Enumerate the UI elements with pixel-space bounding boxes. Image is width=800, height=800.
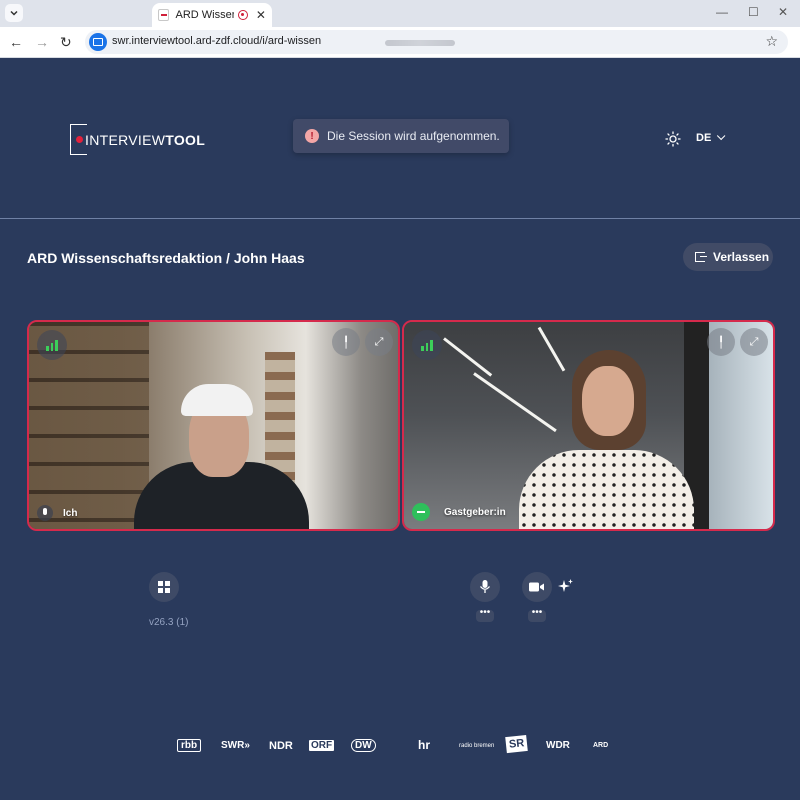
tab-search-button[interactable] <box>5 4 23 22</box>
broadcaster-logo: ARD <box>593 742 609 749</box>
room-title: ARD Wissenschaftsredaktion / John Haas <box>27 250 305 266</box>
broadcaster-logos: rbb SWR» NDR ORF DW hr radio bremen SR W… <box>175 734 625 758</box>
tab-title: ARD Wissenscha <box>175 9 234 21</box>
microphone-icon <box>479 580 491 593</box>
microphone-options-button[interactable]: ••• <box>476 608 494 622</box>
video-camera-icon <box>529 582 544 592</box>
leave-label: Verlassen <box>713 250 770 264</box>
browser-tab[interactable]: ARD Wissenscha ✕ <box>152 3 272 27</box>
fullscreen-icon[interactable]: ⤢ <box>365 328 393 356</box>
back-button[interactable]: ← <box>9 34 23 50</box>
camera-options-button[interactable]: ••• <box>528 608 546 622</box>
bookmark-star-icon[interactable]: ☆ <box>765 33 778 50</box>
layout-grid-button[interactable] <box>149 572 179 602</box>
effects-sparkle-icon[interactable] <box>558 578 574 594</box>
toast-message: Die Session wird aufgenommen. <box>327 129 500 143</box>
language-select[interactable]: DE <box>696 131 726 144</box>
reload-button[interactable]: ↻ <box>60 34 72 51</box>
broadcaster-logo: ORF <box>309 740 335 751</box>
fullscreen-icon[interactable]: ⤢ <box>740 328 768 356</box>
broadcaster-logo: hr <box>418 738 430 752</box>
sun-icon[interactable] <box>665 131 681 147</box>
window-close-button[interactable]: ✕ <box>778 5 788 19</box>
version-label: v26.3 (1) <box>149 617 189 628</box>
pin-icon[interactable]: ╿ <box>332 328 360 356</box>
grid-icon <box>158 581 170 593</box>
broadcaster-logo: radio bremen <box>459 743 495 749</box>
site-favicon-icon <box>158 9 170 21</box>
broadcaster-logo: rbb <box>177 739 202 752</box>
broadcaster-logo: WDR <box>546 740 570 751</box>
person-cap <box>181 384 253 416</box>
header-divider <box>0 218 800 219</box>
signal-strength-icon <box>412 330 442 360</box>
interviewtool-logo: INTERVIEWTOOL <box>70 124 205 155</box>
chevron-down-icon <box>717 131 726 141</box>
broadcaster-logo: DW <box>351 739 376 752</box>
broadcaster-logo: SR <box>505 734 529 754</box>
site-info-icon[interactable] <box>89 33 107 51</box>
browser-toolbar: ← → ↻ swr.interviewtool.ard-zdf.cloud/i/… <box>0 27 800 58</box>
logo-text: INTERVIEWTOOL <box>85 132 206 148</box>
video-tile-host[interactable]: ╿ ⤢ Gastgeber:in <box>402 320 775 531</box>
mic-icon <box>37 505 53 521</box>
host-badge-icon <box>412 503 430 521</box>
broadcaster-logo: NDR <box>269 740 293 752</box>
ceiling-light <box>473 372 557 433</box>
broadcaster-logo: SWR» <box>221 740 250 751</box>
browser-tabbar: ARD Wissenscha ✕ — ☐ ✕ <box>0 0 800 27</box>
signal-strength-icon <box>37 330 67 360</box>
recording-toast: ! Die Session wird aufgenommen. <box>293 119 509 153</box>
language-label: DE <box>696 132 712 144</box>
maximize-button[interactable]: ☐ <box>748 5 759 19</box>
participant-name: Ich <box>63 507 78 519</box>
ceiling-light <box>537 326 566 372</box>
chevron-down-icon <box>10 10 18 16</box>
leave-button[interactable]: Verlassen <box>683 243 773 271</box>
url-text: swr.interviewtool.ard-zdf.cloud/i/ard-wi… <box>112 35 322 47</box>
tab-close-button[interactable]: ✕ <box>256 8 266 22</box>
video-tile-self[interactable]: ╿ ⤢ Ich <box>27 320 400 531</box>
url-redacted <box>385 40 455 46</box>
logo-dot <box>76 136 83 143</box>
participant-name: Gastgeber:in <box>444 506 506 518</box>
participant-name-tag: Gastgeber:in <box>412 503 506 521</box>
camera-button[interactable] <box>522 572 552 602</box>
person-face <box>582 366 634 436</box>
minimize-button[interactable]: — <box>716 5 728 19</box>
ceiling-light <box>443 337 493 377</box>
forward-button[interactable]: → <box>35 34 49 50</box>
participant-name-tag: Ich <box>37 505 77 521</box>
recording-icon <box>238 10 248 20</box>
person-body <box>519 450 694 529</box>
pin-icon[interactable]: ╿ <box>707 328 735 356</box>
exit-icon <box>695 252 707 262</box>
microphone-button[interactable] <box>470 572 500 602</box>
alert-icon: ! <box>305 129 319 143</box>
address-bar[interactable]: swr.interviewtool.ard-zdf.cloud/i/ard-wi… <box>85 30 788 54</box>
